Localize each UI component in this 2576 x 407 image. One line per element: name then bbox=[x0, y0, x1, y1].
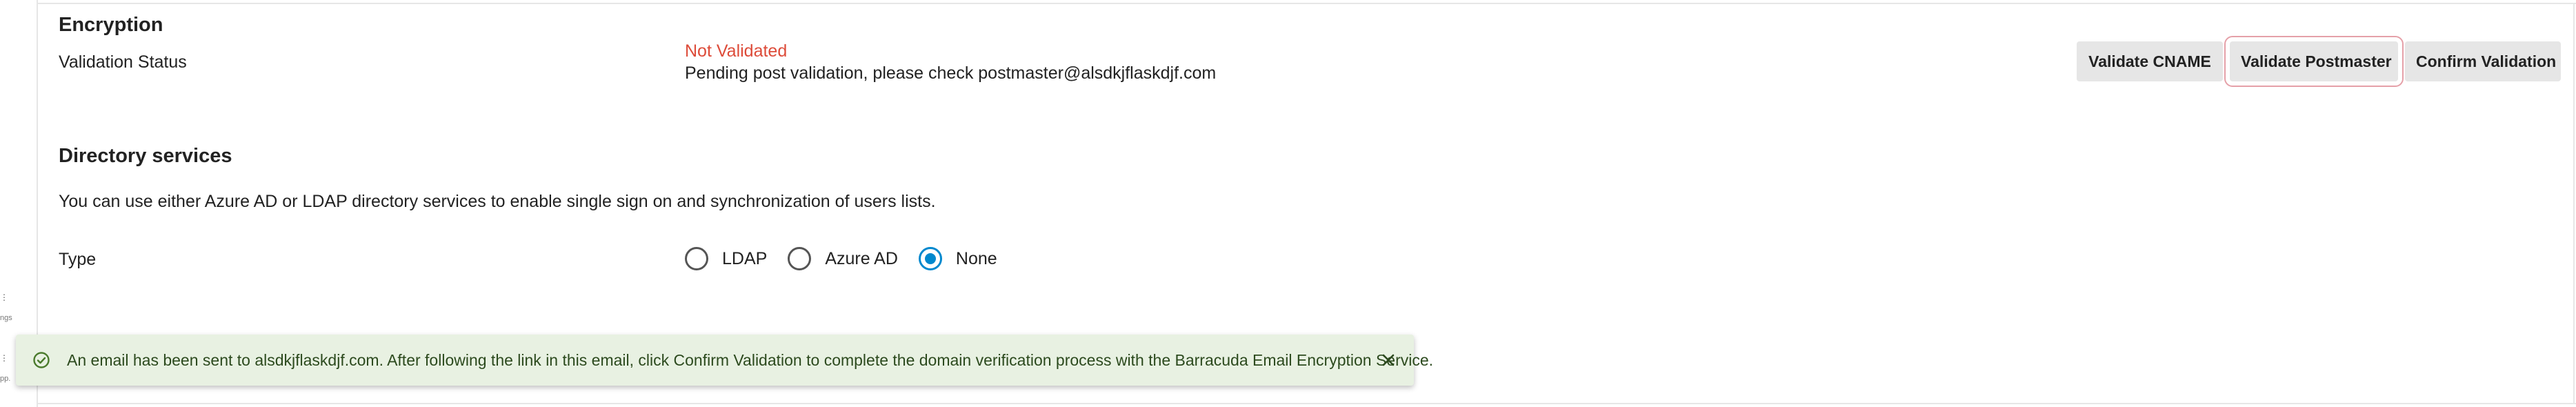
radio-azure-ad[interactable]: Azure AD bbox=[788, 247, 898, 270]
radio-label-ldap: LDAP bbox=[722, 248, 768, 268]
radio-label-none: None bbox=[955, 248, 997, 268]
success-toast: An email has been sent to alsdkjflaskdjf… bbox=[16, 335, 1433, 386]
toast-message: An email has been sent to alsdkjflaskdjf… bbox=[67, 350, 1434, 369]
radio-button-unchecked[interactable] bbox=[685, 247, 708, 270]
radio-label-azure-ad: Azure AD bbox=[825, 248, 898, 268]
directory-section-title: Directory services bbox=[59, 145, 232, 167]
divider bbox=[38, 3, 2576, 4]
validate-cname-button[interactable]: Validate CNAME bbox=[2077, 41, 2223, 81]
divider bbox=[38, 403, 2576, 404]
radio-button-unchecked[interactable] bbox=[788, 247, 812, 270]
validate-postmaster-button[interactable]: Validate Postmaster bbox=[2224, 36, 2404, 87]
nav-mark-icon[interactable]: ⋮ bbox=[0, 292, 8, 302]
radio-none[interactable]: None bbox=[918, 247, 997, 270]
confirm-validation-button[interactable]: Confirm Validation bbox=[2405, 41, 2561, 81]
nav-mark-icon[interactable]: ⋮ bbox=[0, 353, 8, 363]
validation-status-badge: Not Validated bbox=[685, 41, 788, 61]
encryption-section-title: Encryption bbox=[59, 14, 163, 36]
app-frame: ⋮ ngs ⋮ pp. Encryption Validation Status… bbox=[0, 0, 2576, 407]
validation-status-label: Validation Status bbox=[59, 52, 187, 72]
radio-ldap[interactable]: LDAP bbox=[685, 247, 767, 270]
directory-type-radio-group: LDAP Azure AD None bbox=[685, 246, 1018, 272]
radio-button-checked[interactable] bbox=[918, 247, 942, 270]
validation-status-detail: Pending post validation, please check po… bbox=[685, 63, 1217, 83]
type-label: Type bbox=[59, 250, 97, 269]
directory-description: You can use either Azure AD or LDAP dire… bbox=[59, 192, 936, 211]
nav-fragment-settings[interactable]: ngs bbox=[0, 314, 12, 322]
close-icon[interactable] bbox=[1378, 350, 1399, 370]
nav-fragment-apps[interactable]: pp. bbox=[0, 375, 10, 383]
divider bbox=[2573, 3, 2575, 404]
check-circle-icon bbox=[33, 352, 50, 368]
